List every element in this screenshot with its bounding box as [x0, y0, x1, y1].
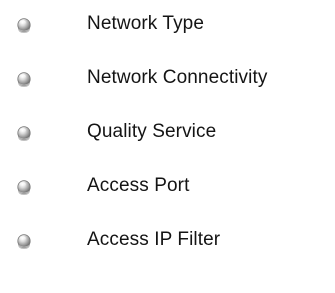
gray-orb-bullet-icon	[14, 232, 34, 252]
menu-item-access-ip-filter[interactable]: Access IP Filter	[0, 222, 335, 262]
gray-orb-bullet-icon	[14, 124, 34, 144]
gray-orb-bullet-icon	[14, 16, 34, 36]
menu-item-label: Access Port	[87, 175, 190, 196]
gray-orb-bullet-icon	[14, 70, 34, 90]
menu-list: Network Type Network Connectivity Qualit…	[0, 0, 335, 293]
menu-item-label: Access IP Filter	[87, 229, 221, 250]
menu-item-access-port[interactable]: Access Port	[0, 168, 335, 208]
menu-item-label: Network Connectivity	[87, 67, 268, 88]
gray-orb-bullet-icon	[14, 178, 34, 198]
menu-item-label: Network Type	[87, 13, 205, 34]
menu-item-label: Quality Service	[87, 121, 217, 142]
menu-item-quality-service[interactable]: Quality Service	[0, 114, 335, 154]
menu-item-network-connectivity[interactable]: Network Connectivity	[0, 60, 335, 100]
menu-item-network-type[interactable]: Network Type	[0, 6, 335, 46]
